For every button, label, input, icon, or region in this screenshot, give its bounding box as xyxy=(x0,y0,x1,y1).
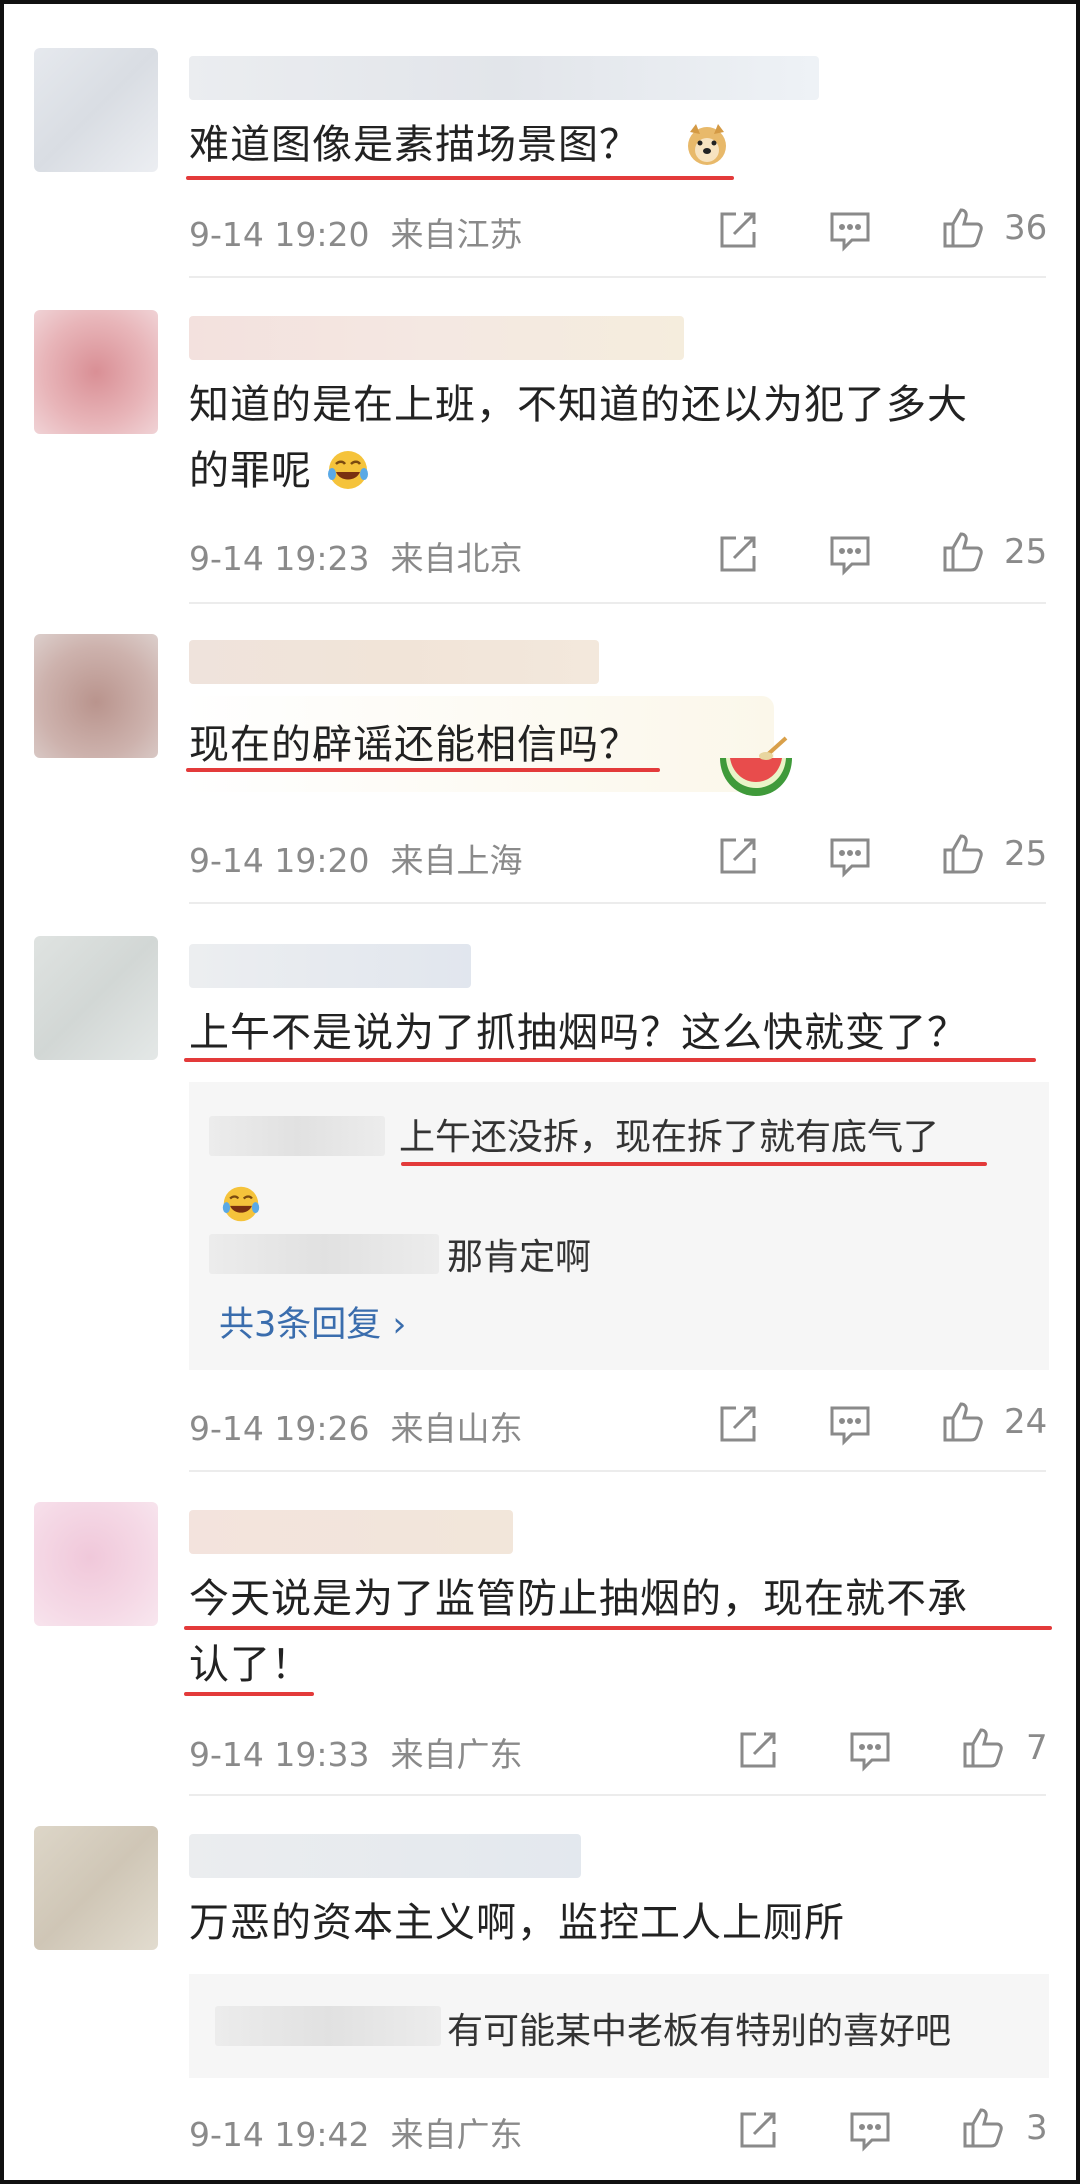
thumbs-up-icon[interactable] xyxy=(939,1398,987,1446)
timestamp: 9-14 19:26 xyxy=(189,1409,370,1448)
username[interactable] xyxy=(189,1834,581,1878)
reply-preview[interactable]: 有可能某中老板有特别的喜好吧 xyxy=(189,1974,1049,2078)
timestamp: 9-14 19:20 xyxy=(189,215,370,254)
location: 来自山东 xyxy=(390,1409,523,1448)
comment-icon[interactable] xyxy=(826,1400,874,1448)
laugh-cry-emoji xyxy=(221,1184,261,1224)
comment-item: 今天说是为了监管防止抽烟的，现在就不承 认了！ 9-14 19:33 来自广东 … xyxy=(4,1472,1076,1794)
comment-meta: 9-14 19:26 来自山东 xyxy=(189,1402,522,1450)
share-icon[interactable] xyxy=(714,206,762,254)
share-icon[interactable] xyxy=(714,1400,762,1448)
username[interactable] xyxy=(189,316,684,360)
timestamp: 9-14 19:42 xyxy=(189,2115,370,2154)
comment-icon[interactable] xyxy=(826,206,874,254)
reply-username[interactable] xyxy=(209,1116,385,1156)
thumbs-up-icon[interactable] xyxy=(939,528,987,576)
comment-icon[interactable] xyxy=(826,530,874,578)
location: 来自广东 xyxy=(390,1735,523,1774)
comment-icon[interactable] xyxy=(826,832,874,880)
highlight-underline xyxy=(184,1626,1052,1630)
highlight-underline xyxy=(184,1058,1036,1062)
reply-username[interactable] xyxy=(215,2006,441,2046)
avatar[interactable] xyxy=(34,1826,158,1950)
timestamp: 9-14 19:23 xyxy=(189,539,370,578)
location: 来自广东 xyxy=(390,2115,523,2154)
timestamp: 9-14 19:20 xyxy=(189,841,370,880)
comment-text: 难道图像是素描场景图？ xyxy=(189,122,640,168)
comment-text: 万恶的资本主义啊，监控工人上厕所 xyxy=(189,1900,845,1946)
comment-meta: 9-14 19:33 来自广东 xyxy=(189,1728,522,1776)
comment-meta: 9-14 19:20 来自江苏 xyxy=(189,208,522,256)
comment-meta: 9-14 19:23 来自北京 xyxy=(189,532,522,580)
username[interactable] xyxy=(189,640,599,684)
location: 来自北京 xyxy=(390,539,523,578)
thumbs-up-icon[interactable] xyxy=(939,830,987,878)
comment-icon[interactable] xyxy=(846,2106,894,2154)
thumbs-up-icon[interactable] xyxy=(939,204,987,252)
avatar[interactable] xyxy=(34,310,158,434)
location: 来自上海 xyxy=(390,841,523,880)
timestamp: 9-14 19:33 xyxy=(189,1735,370,1774)
comment-item: 难道图像是素描场景图？ 9-14 19:20 来自江苏 36 xyxy=(4,4,1076,274)
comment-icon[interactable] xyxy=(846,1726,894,1774)
comment-item: 现在的辟谣还能相信吗？ 9-14 19:20 来自上海 25 xyxy=(4,604,1076,902)
highlight-underline xyxy=(186,768,660,772)
share-icon[interactable] xyxy=(734,2106,782,2154)
like-count: 24 xyxy=(1004,1402,1048,1442)
highlight-underline xyxy=(401,1162,987,1166)
reply-username[interactable] xyxy=(209,1234,439,1274)
username[interactable] xyxy=(189,56,819,100)
share-icon[interactable] xyxy=(714,832,762,880)
comment-text: 上午不是说为了抓抽烟吗？这么快就变了？ xyxy=(189,1010,968,1056)
like-count: 3 xyxy=(1026,2108,1048,2148)
avatar[interactable] xyxy=(34,48,158,172)
comment-item: 知道的是在上班，不知道的还以为犯了多大 的罪呢 9-14 19:23 来自北京 … xyxy=(4,278,1076,600)
comment-meta: 9-14 19:20 来自上海 xyxy=(189,834,522,882)
reply-preview[interactable]: 上午还没拆，现在拆了就有底气了 那肯定啊 共3条回复 › xyxy=(189,1082,1049,1370)
avatar[interactable] xyxy=(34,634,158,758)
share-icon[interactable] xyxy=(734,1726,782,1774)
avatar[interactable] xyxy=(34,1502,158,1626)
like-count: 36 xyxy=(1004,208,1048,248)
watermelon-emoji xyxy=(716,734,796,800)
highlight-underline xyxy=(186,176,734,180)
highlight-underline xyxy=(184,1692,314,1696)
comment-text: 今天说是为了监管防止抽烟的，现在就不承 认了！ xyxy=(189,1576,968,1688)
reply-text: 那肯定啊 xyxy=(447,1237,592,1278)
comment-item: 万恶的资本主义啊，监控工人上厕所 有可能某中老板有特别的喜好吧 9-14 19:… xyxy=(4,1796,1076,2184)
like-count: 7 xyxy=(1026,1728,1048,1768)
laugh-cry-emoji xyxy=(326,448,370,492)
like-count: 25 xyxy=(1004,532,1048,572)
more-replies-link[interactable]: 共3条回复 › xyxy=(219,1296,406,1347)
comment-meta: 9-14 19:42 来自广东 xyxy=(189,2108,522,2156)
thumbs-up-icon[interactable] xyxy=(959,2104,1007,2152)
location: 来自江苏 xyxy=(390,215,523,254)
share-icon[interactable] xyxy=(714,530,762,578)
comment-text: 知道的是在上班，不知道的还以为犯了多大 的罪呢 xyxy=(189,382,968,494)
doge-emoji xyxy=(684,122,730,168)
avatar[interactable] xyxy=(34,936,158,1060)
reply-text: 上午还没拆，现在拆了就有底气了 xyxy=(399,1117,940,1158)
reply-text: 有可能某中老板有特别的喜好吧 xyxy=(447,2011,952,2052)
username[interactable] xyxy=(189,1510,513,1554)
thumbs-up-icon[interactable] xyxy=(959,1724,1007,1772)
comment-list: 难道图像是素描场景图？ 9-14 19:20 来自江苏 36 知道的是在上班，不… xyxy=(0,0,1080,2184)
like-count: 25 xyxy=(1004,834,1048,874)
comment-item: 上午不是说为了抓抽烟吗？这么快就变了？ 上午还没拆，现在拆了就有底气了 那肯定啊… xyxy=(4,904,1076,1470)
username[interactable] xyxy=(189,944,471,988)
